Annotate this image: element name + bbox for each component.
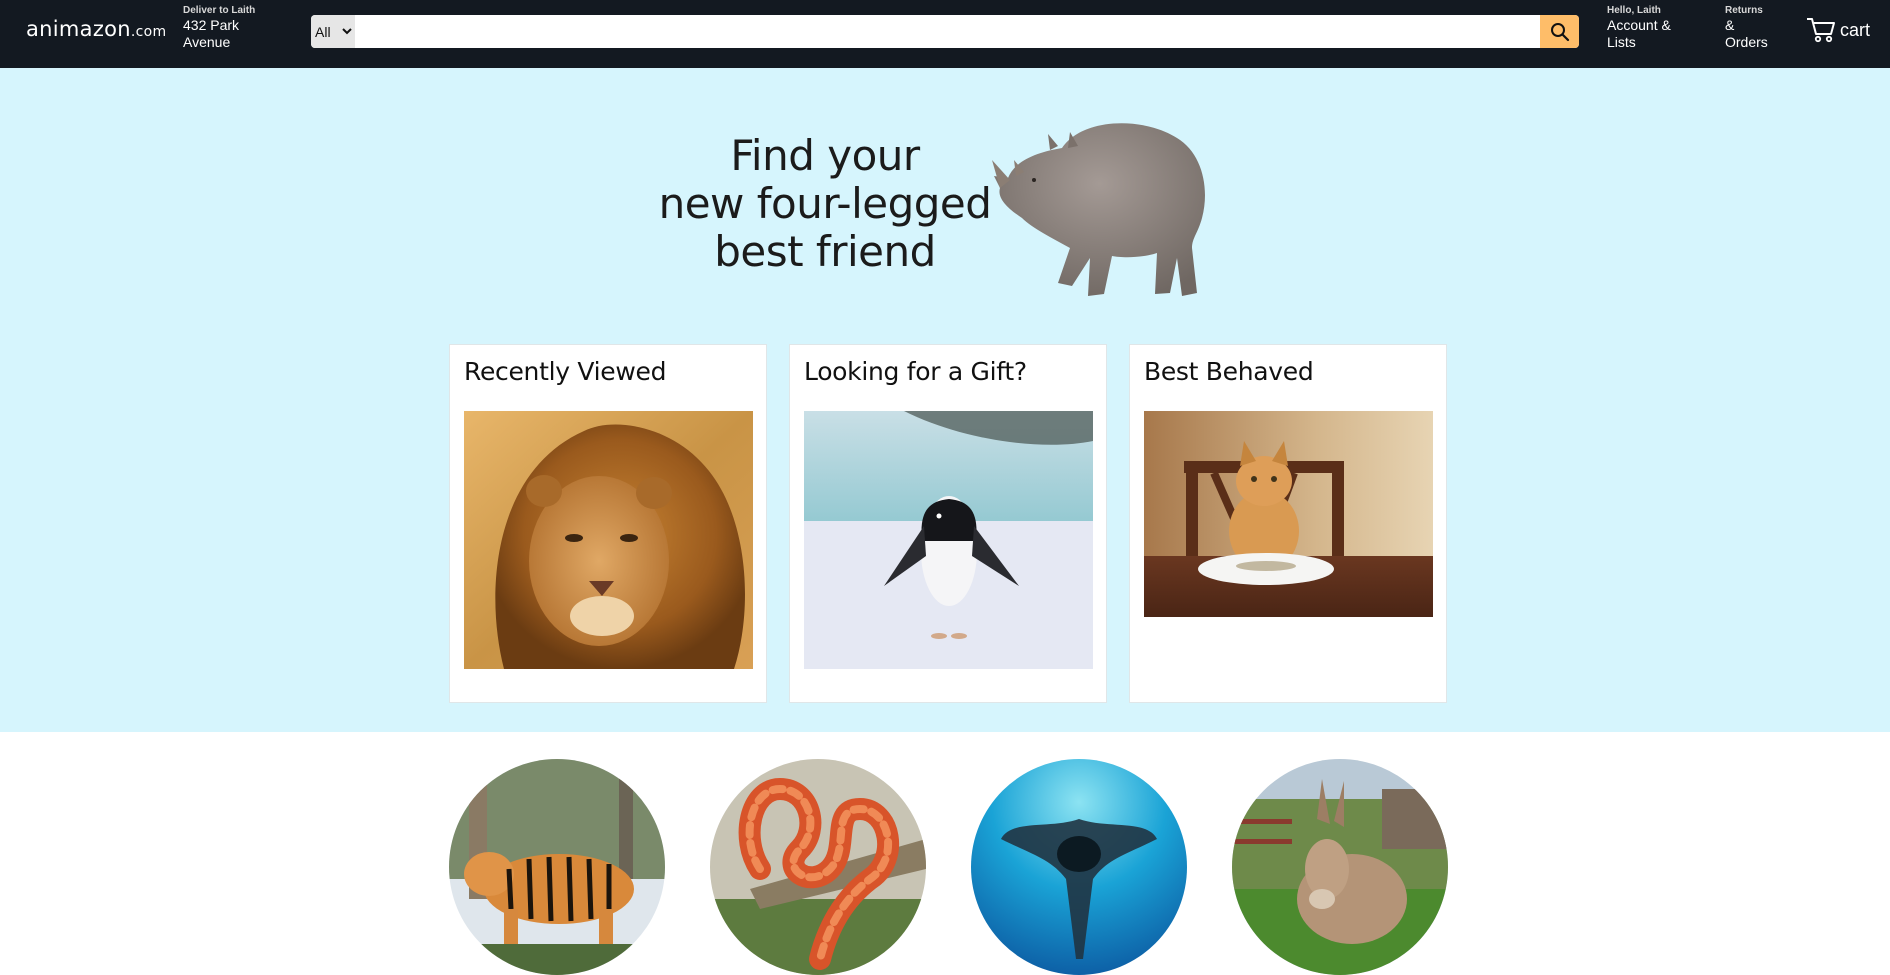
returns-orders[interactable]: Returns & Orders xyxy=(1725,5,1768,51)
logo-name: animazon xyxy=(26,17,131,41)
cart-icon xyxy=(1807,18,1835,43)
hero-headline-line2: new four-legged xyxy=(658,179,992,228)
cat-image[interactable] xyxy=(1144,411,1433,617)
account-label-line2: Lists xyxy=(1607,34,1636,50)
rhino-image xyxy=(992,123,1205,296)
card-best-behaved[interactable]: Best Behaved xyxy=(1129,344,1447,703)
search-input[interactable] xyxy=(357,17,1481,47)
card-title: Recently Viewed xyxy=(464,357,667,386)
category-snake-image[interactable] xyxy=(710,759,926,975)
orders-label-line1: & xyxy=(1725,17,1735,33)
category-donkey-image[interactable] xyxy=(1232,759,1448,975)
hero-section: Find your new four-legged best friend Re… xyxy=(0,68,1890,732)
deliver-label: Deliver to Laith xyxy=(183,5,256,16)
category-manta-ray-image[interactable] xyxy=(971,759,1187,975)
hero-headline-line1: Find your xyxy=(730,131,920,180)
hero-headline: Find your new four-legged best friend xyxy=(620,132,1030,276)
returns-label: Returns xyxy=(1725,5,1763,16)
category-tiger-image[interactable] xyxy=(449,759,665,975)
logo[interactable]: animazon.com xyxy=(26,17,166,41)
account-lists[interactable]: Hello, Laith Account & Lists xyxy=(1607,5,1671,51)
orders-label-line2: Orders xyxy=(1725,34,1768,50)
search-bar: All xyxy=(311,15,1579,48)
account-greeting: Hello, Laith xyxy=(1607,5,1661,16)
card-title: Looking for a Gift? xyxy=(804,357,1027,386)
top-nav: animazon.com Deliver to Laith 432 Park A… xyxy=(0,0,1890,68)
search-category-select[interactable]: All xyxy=(311,15,355,48)
cart-button[interactable]: cart xyxy=(1806,16,1870,44)
account-label-line1: Account & xyxy=(1607,17,1671,33)
card-title: Best Behaved xyxy=(1144,357,1314,386)
deliver-to[interactable]: Deliver to Laith 432 Park Avenue xyxy=(183,5,255,51)
cart-label: cart xyxy=(1840,19,1871,40)
deliver-address-line2: Avenue xyxy=(183,34,231,50)
card-recently-viewed[interactable]: Recently Viewed xyxy=(449,344,767,703)
penguin-image[interactable] xyxy=(804,411,1093,669)
logo-suffix: .com xyxy=(130,24,167,40)
hero-headline-line3: best friend xyxy=(714,227,936,276)
search-icon xyxy=(1550,22,1569,41)
lion-image[interactable] xyxy=(464,411,753,669)
search-button[interactable] xyxy=(1540,15,1579,48)
card-gift[interactable]: Looking for a Gift? xyxy=(789,344,1107,703)
deliver-address-line1: 432 Park xyxy=(183,17,240,33)
